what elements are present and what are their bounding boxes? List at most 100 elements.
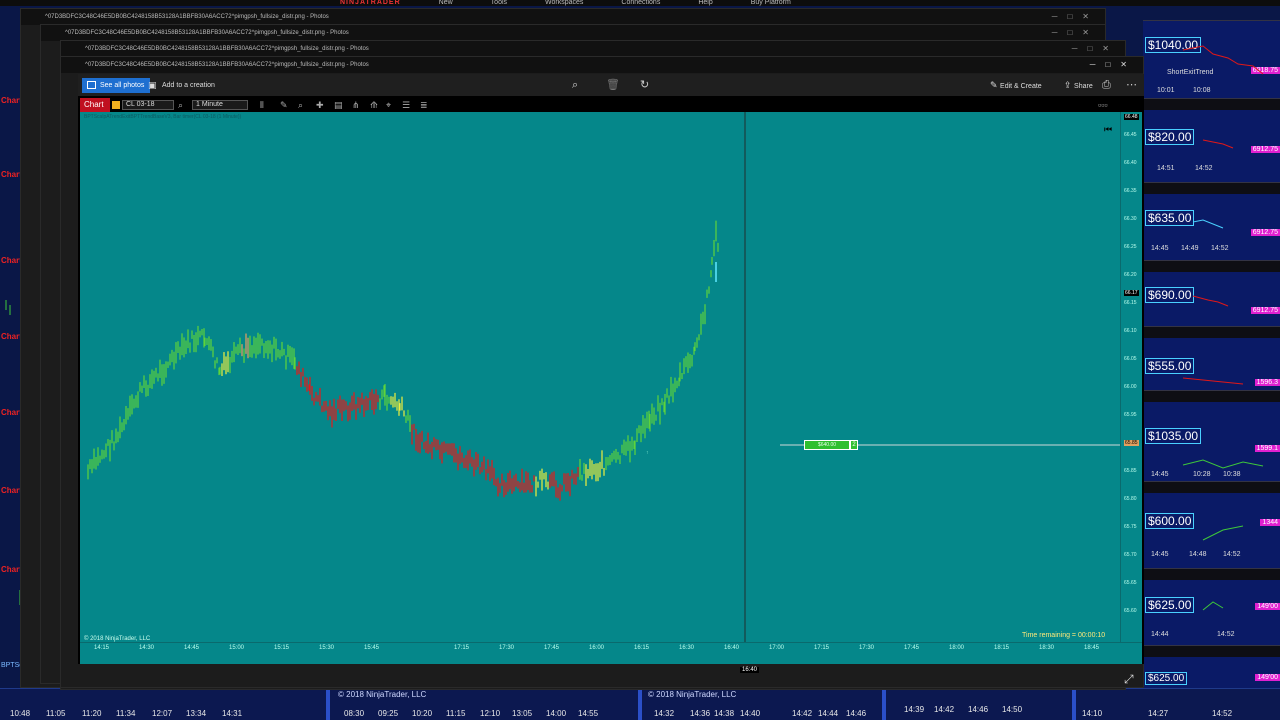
share-icon: ⇪ (1064, 80, 1075, 90)
bottom-time: 14:46 (846, 709, 867, 718)
time-tick: 17:45 (544, 645, 560, 651)
bottom-time: 14:39 (904, 705, 925, 714)
time-tick: 15:00 (229, 645, 245, 651)
instrument-link-icon[interactable] (112, 101, 120, 109)
entry-marker: ↑ (646, 450, 649, 456)
price-tick: 66.25 (1124, 244, 1137, 250)
position-qty[interactable]: 2 (850, 440, 858, 450)
bar-type-icon[interactable]: ⫴ (260, 99, 264, 111)
price-tick: 65.60 (1124, 608, 1137, 614)
see-all-photos-label: See all photos (100, 82, 145, 89)
search-icon[interactable]: ⌕ (178, 99, 183, 111)
time-tick: 16:15 (634, 645, 650, 651)
share-label: Share (1074, 83, 1093, 90)
time-tick: 15:30 (319, 645, 335, 651)
instrument-select[interactable]: CL 03-18 (122, 100, 174, 110)
edit-create-button[interactable]: ✎ Edit & Create (990, 78, 1042, 94)
bar-timer-text: Time remaining = 00:00:10 (1022, 632, 1106, 639)
bottom-time: 10:48 (10, 709, 31, 718)
window-controls[interactable]: ─□✕ (1052, 9, 1099, 25)
chart-toolbar: Chart CL 03-18 ⌕ 1 Minute ⫴ ✎ ⌕ ✚ ▤ ⋔ ⟰ … (80, 98, 1142, 112)
see-all-photos-button[interactable]: See all photos (82, 78, 151, 93)
properties-icon[interactable]: ▤ (334, 99, 343, 111)
share-button[interactable]: ⇪ Share (1064, 78, 1093, 94)
ninjatrader-logo: NINJATRADER (340, 0, 401, 6)
bottom-time: 09:25 (378, 709, 399, 718)
templates-icon[interactable]: ☰ (402, 99, 410, 111)
menu-new[interactable]: New (439, 0, 453, 6)
menu-workspaces[interactable]: Workspaces (545, 0, 583, 6)
delete-icon[interactable]: 🗑 (606, 78, 620, 92)
bottom-separator (882, 688, 886, 720)
price-tick: 66.00 (1124, 384, 1137, 390)
bottom-time: 13:05 (512, 709, 533, 718)
price-axis[interactable]: 66.48 66.45 66.40 66.35 66.30 66.25 66.2… (1120, 112, 1142, 642)
strategies-icon[interactable]: ⟰ (370, 99, 378, 111)
time-tick: 16:00 (589, 645, 605, 651)
menu-buy-platform[interactable]: Buy Platform (751, 0, 791, 6)
rotate-icon[interactable]: ↻ (640, 78, 649, 92)
time-tick: 16:30 (679, 645, 695, 651)
list-icon[interactable]: ≣ (420, 99, 428, 111)
time-tick: 18:00 (949, 645, 965, 651)
last-price-tag: 66.17 (1124, 290, 1139, 296)
price-tick: 65.70 (1124, 552, 1137, 558)
ninjatrader-chart-image: Chart CL 03-18 ⌕ 1 Minute ⫴ ✎ ⌕ ✚ ▤ ⋔ ⟰ … (80, 98, 1142, 673)
zoom-icon[interactable]: ⌕ (572, 78, 578, 92)
add-to-creation-button[interactable]: ▣ Add to a creation (148, 78, 215, 93)
bottom-separator (326, 688, 330, 720)
entry-price-tag: 65.85 (1124, 440, 1139, 446)
chart-trader-icon[interactable]: ⌖ (386, 99, 391, 111)
mini-chart-price-lines (1182, 45, 1264, 611)
chart-tab[interactable]: Chart (80, 98, 110, 112)
time-tick: 17:45 (904, 645, 920, 651)
time-tick: 17:30 (859, 645, 875, 651)
crosshair-icon[interactable]: ✚ (316, 99, 324, 111)
window-controls-icon[interactable]: ▫▫▫ (1098, 99, 1108, 111)
bottom-time: 14:55 (578, 709, 599, 718)
edit-icon: ✎ (990, 80, 1001, 90)
price-bars (87, 220, 719, 501)
bottom-time: 14:31 (222, 709, 243, 718)
bottom-time: 13:34 (186, 709, 207, 718)
time-tick: 14:15 (94, 645, 110, 651)
menu-connections[interactable]: Connections (621, 0, 660, 6)
price-tick: 66.40 (1124, 160, 1137, 166)
price-tick: 65.85 (1124, 468, 1137, 474)
bottom-time: 11:20 (82, 709, 102, 718)
more-options-icon[interactable]: ⋯ (1126, 78, 1137, 92)
time-tick: 18:30 (1039, 645, 1055, 651)
window-controls[interactable]: ─□✕ (1052, 25, 1099, 41)
fullscreen-icon[interactable]: ⤢ (1124, 672, 1134, 687)
bottom-time: 11:05 (46, 709, 66, 718)
time-tick: 15:45 (364, 645, 380, 651)
price-chart[interactable]: BPTScalpATrendExitBPTTrendBaseV3, Bar ti… (80, 112, 1120, 642)
bottom-time: 14:10 (1082, 709, 1103, 718)
viewer-toolbar: See all photos ▣ Add to a creation ⌕ 🗑 ↻… (78, 74, 1144, 96)
menu-tools[interactable]: Tools (491, 0, 507, 6)
photos-window-title: ^07D3BDFC3C48C46E5DB0BC4248158B53128A1BB… (41, 25, 1105, 41)
bottom-time: 12:07 (152, 709, 173, 718)
bottom-time: 14:38 (714, 709, 735, 718)
window-controls[interactable]: ─□✕ (1090, 57, 1137, 73)
price-tick: 66.20 (1124, 272, 1137, 278)
bottom-copyright: © 2018 NinjaTrader, LLC (338, 690, 427, 699)
time-axis[interactable]: 14:15 14:30 14:45 15:00 15:15 15:30 15:4… (80, 642, 1142, 656)
add-creation-icon: ▣ (148, 80, 157, 90)
price-bars-svg: ↑ ⏮ (87, 112, 1120, 642)
print-icon[interactable]: ⎙ (1102, 78, 1111, 92)
indicators-icon[interactable]: ⋔ (352, 99, 360, 111)
price-tick: 66.05 (1124, 356, 1137, 362)
bottom-time: 14:44 (818, 709, 839, 718)
interval-select[interactable]: 1 Minute (192, 100, 248, 110)
time-tick: 17:00 (769, 645, 785, 651)
price-tick: 65.95 (1124, 412, 1137, 418)
draw-icon[interactable]: ✎ (280, 99, 288, 111)
menu-help[interactable]: Help (698, 0, 712, 6)
photos-window-title: ^07D3BDFC3C48C46E5DB0BC4248158B53128A1BB… (61, 41, 1125, 57)
window-controls[interactable]: ─□✕ (1072, 41, 1119, 57)
zoom-icon[interactable]: ⌕ (298, 99, 303, 111)
position-pnl-label[interactable]: $640.00 (804, 440, 850, 450)
photos-icon (87, 81, 96, 89)
photo-viewer[interactable]: See all photos ▣ Add to a creation ⌕ 🗑 ↻… (78, 74, 1144, 673)
